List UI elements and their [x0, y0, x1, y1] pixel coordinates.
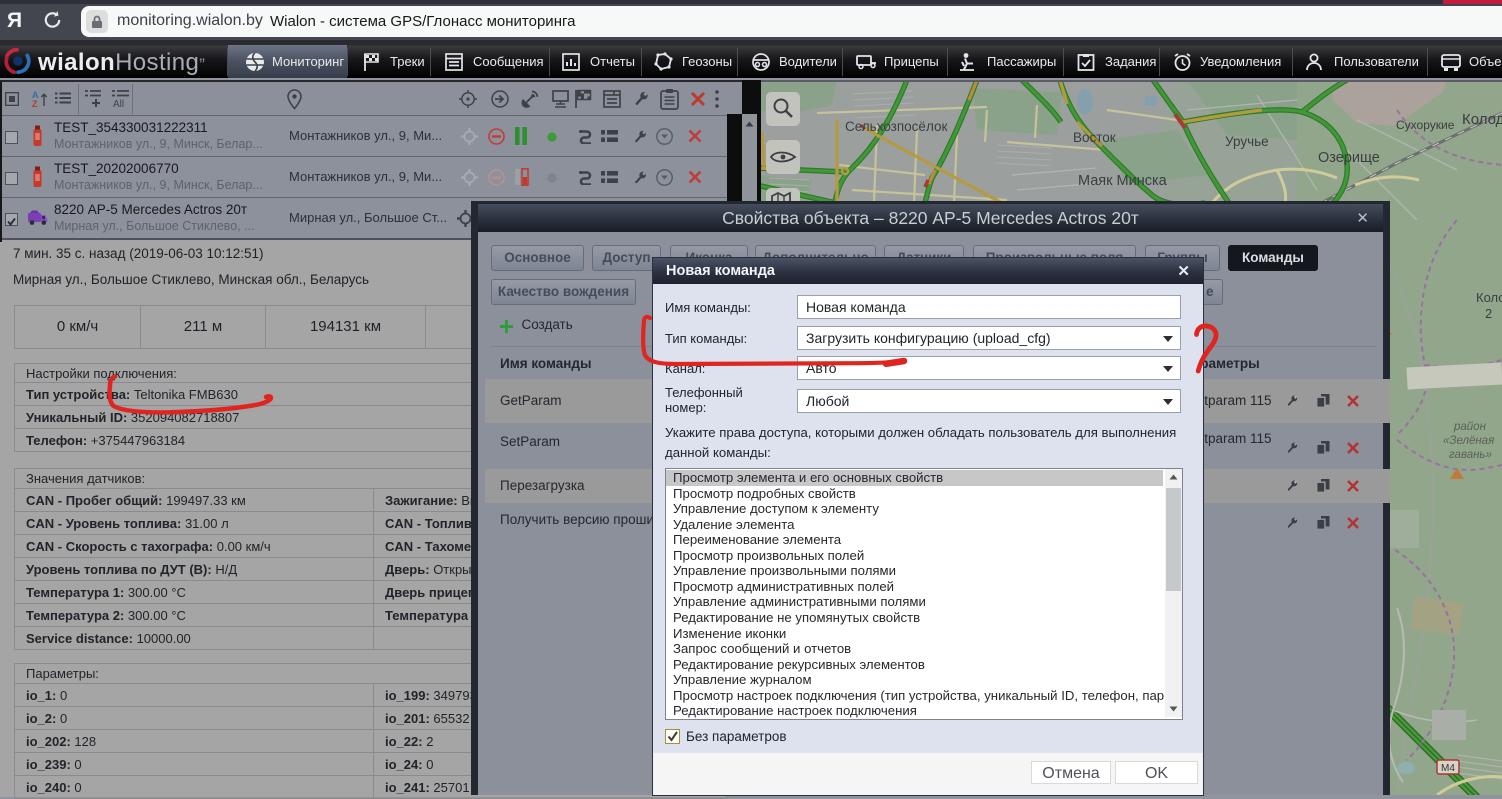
svg-text:район: район [1453, 421, 1487, 433]
svg-text:«Зелёная: «Зелёная [1443, 435, 1494, 447]
svg-text:Сельхозпосёлок: Сельхозпосёлок [845, 119, 947, 134]
svg-text:Восток: Восток [1073, 130, 1116, 145]
svg-text:2: 2 [1485, 306, 1492, 321]
svg-text:Z: Z [32, 99, 38, 108]
svg-text:All: All [113, 99, 124, 109]
svg-text:Маяк Минска: Маяк Минска [1078, 173, 1168, 189]
svg-text:Озерище: Озерище [1318, 150, 1380, 166]
svg-text:Колод: Колод [1462, 111, 1502, 128]
svg-text:гавань»: гавань» [1449, 449, 1492, 461]
svg-text:Колод: Колод [1476, 290, 1502, 305]
svg-text:Сухорукие: Сухорукие [1396, 118, 1455, 132]
svg-text:М4: М4 [1441, 763, 1455, 774]
svg-text:Уручье: Уручье [1225, 134, 1269, 149]
